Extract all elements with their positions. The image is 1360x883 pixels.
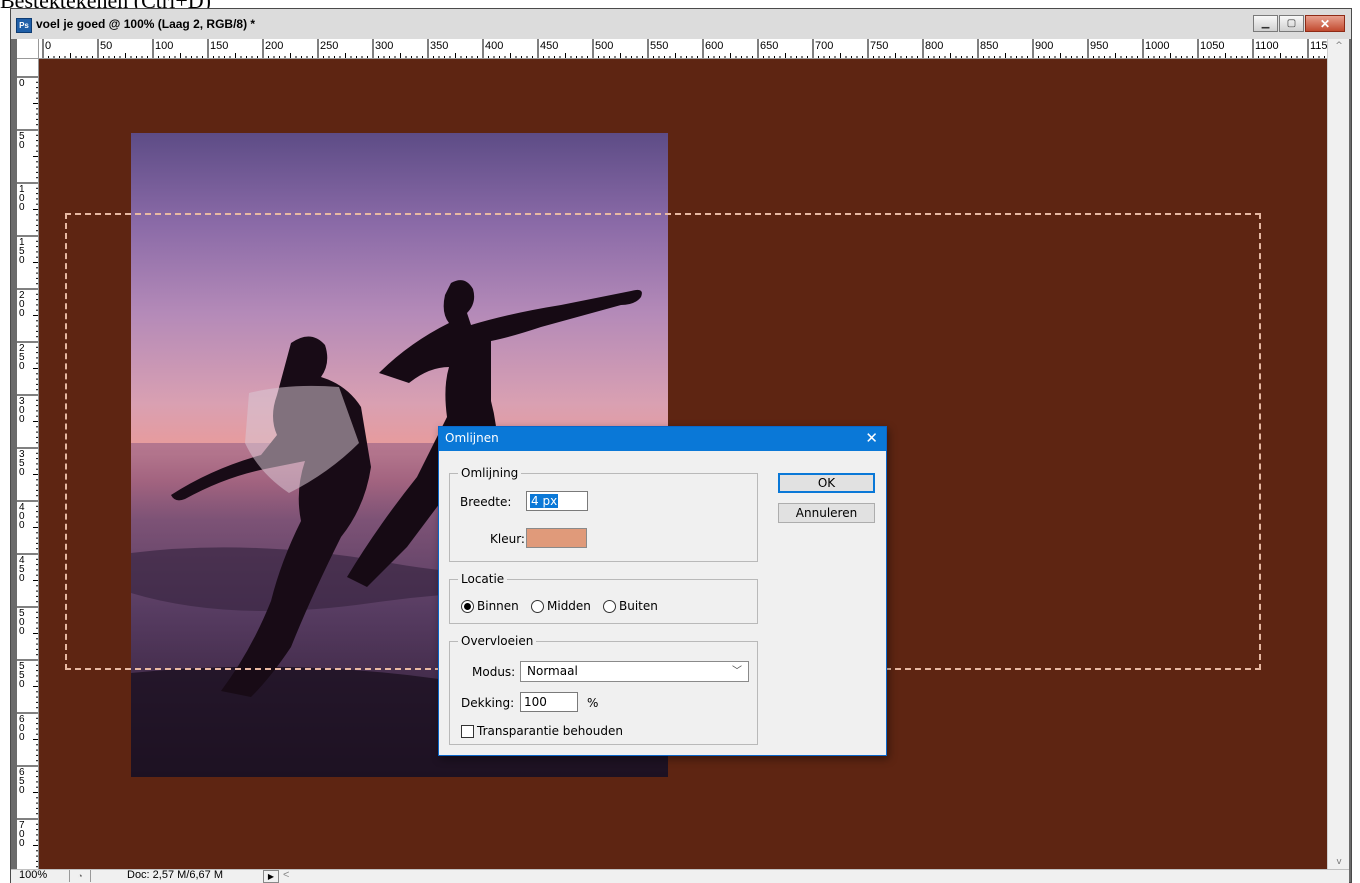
horizontal-ruler-ticks: [42, 39, 1325, 58]
ruler-h-label: 1000: [1145, 40, 1170, 52]
ruler-v-label: 550: [19, 661, 25, 690]
width-input[interactable]: 4 px: [526, 491, 588, 511]
ruler-h-label: 550: [650, 40, 669, 52]
status-bar: 100% ◔ Doc: 2,57 M/6,67 M ▶ <: [11, 869, 1349, 883]
ruler-h-label: 400: [485, 40, 504, 52]
maximize-icon: ▢: [1286, 18, 1297, 29]
mode-label: Modus:: [472, 665, 516, 679]
color-label: Kleur:: [490, 532, 525, 546]
status-menu-arrow-icon[interactable]: ▶: [263, 870, 279, 883]
location-outside-label[interactable]: Buiten: [619, 599, 658, 613]
ruler-v-label: 0: [19, 78, 25, 89]
location-inside-radio[interactable]: [461, 600, 474, 613]
ruler-h-label: 50: [100, 40, 113, 52]
chevron-down-icon: ﹀: [732, 666, 742, 677]
dialog-title: Omlijnen: [445, 431, 499, 445]
stroke-dialog: Omlijnen ✕ Omlijning Breedte: 4 px Kleur…: [438, 426, 887, 756]
ruler-h-label: 100: [155, 40, 174, 52]
window-controls: ▁ ▢ ✕: [1252, 15, 1345, 32]
minimize-icon: ▁: [1261, 18, 1270, 29]
ruler-v-label: 350: [19, 449, 25, 478]
stroke-group: Omlijning Breedte: 4 px Kleur:: [449, 466, 758, 562]
ruler-h-label: 1100: [1255, 40, 1279, 52]
ruler-h-label: 1050: [1200, 40, 1225, 52]
ruler-h-label: 650: [760, 40, 779, 52]
ruler-h-label: 950: [1090, 40, 1109, 52]
location-group: Locatie Binnen Midden Buiten: [449, 572, 758, 624]
blending-group: Overvloeien Modus: Normaal ﹀ Dekking: 10…: [449, 634, 758, 745]
dialog-close-icon[interactable]: ✕: [865, 429, 878, 447]
location-center-radio[interactable]: [531, 600, 544, 613]
ruler-h-label: 350: [430, 40, 449, 52]
opacity-label: Dekking:: [461, 696, 515, 710]
ruler-v-label: 400: [19, 502, 25, 531]
ruler-v-label: 150: [19, 237, 25, 266]
opacity-input[interactable]: 100: [520, 692, 578, 712]
cancel-button[interactable]: Annuleren: [778, 503, 875, 523]
blend-mode-select[interactable]: Normaal ﹀: [520, 661, 749, 682]
ruler-v-label: 200: [19, 290, 25, 319]
ruler-v-label: 500: [19, 608, 25, 637]
ruler-v-label: 100: [19, 184, 25, 213]
ruler-v-label: 50: [19, 131, 25, 151]
width-label: Breedte:: [460, 495, 512, 509]
blending-group-legend: Overvloeien: [458, 634, 537, 648]
scroll-up-icon[interactable]: ^: [1328, 41, 1350, 51]
stroke-color-swatch[interactable]: [526, 528, 587, 548]
window-title: voel je goed @ 100% (Laag 2, RGB/8) *: [36, 17, 256, 31]
horizontal-ruler[interactable]: 0 50 100 150 200 250 300 350 400 450 500 550 600 650 7…: [39, 39, 1327, 59]
minimize-button[interactable]: ▁: [1253, 15, 1278, 32]
ruler-h-label: 600: [705, 40, 724, 52]
window-titlebar[interactable]: Ps voel je goed @ 100% (Laag 2, RGB/8) *…: [11, 9, 1351, 39]
document-size: Doc: 2,57 M/6,67 M: [127, 869, 223, 881]
vertical-scrollbar[interactable]: ^ v: [1327, 39, 1349, 869]
close-button[interactable]: ✕: [1305, 15, 1345, 32]
zoom-level[interactable]: 100%: [19, 869, 47, 881]
preserve-transparency-checkbox[interactable]: [461, 725, 474, 738]
ruler-h-label: 700: [815, 40, 834, 52]
ruler-origin[interactable]: [17, 39, 39, 59]
ruler-v-label: 250: [19, 343, 25, 372]
ruler-h-label: 500: [595, 40, 614, 52]
ruler-h-label: 450: [540, 40, 559, 52]
status-info-icon[interactable]: ◔: [69, 870, 91, 882]
ruler-h-label: 300: [375, 40, 394, 52]
ruler-h-label: 200: [265, 40, 284, 52]
ruler-v-label: 650: [19, 767, 25, 796]
ruler-h-label: 750: [870, 40, 889, 52]
location-inside-label[interactable]: Binnen: [477, 599, 519, 613]
scroll-down-icon[interactable]: v: [1328, 857, 1350, 867]
dialog-titlebar[interactable]: Omlijnen ✕: [439, 427, 886, 451]
ruler-h-label: 250: [320, 40, 339, 52]
photoshop-app-icon: Ps: [16, 18, 32, 33]
maximize-button[interactable]: ▢: [1279, 15, 1304, 32]
ruler-v-label: 700: [19, 820, 25, 849]
ruler-h-label: 1150: [1310, 40, 1327, 52]
ruler-h-label: 0: [45, 40, 52, 52]
ruler-h-label: 900: [1035, 40, 1054, 52]
ruler-h-label: 850: [980, 40, 999, 52]
ok-button[interactable]: OK: [778, 473, 875, 493]
stroke-group-legend: Omlijning: [458, 466, 522, 480]
location-group-legend: Locatie: [458, 572, 508, 586]
vertical-ruler[interactable]: 0 50 100 150 200 250 300 350 400 450 500 550 600 650 7…: [17, 59, 39, 869]
opacity-unit: %: [587, 696, 599, 710]
location-center-label[interactable]: Midden: [547, 599, 591, 613]
ruler-v-label: 450: [19, 555, 25, 584]
location-outside-radio[interactable]: [603, 600, 616, 613]
ruler-h-label: 150: [210, 40, 229, 52]
preserve-transparency-label[interactable]: Transparantie behouden: [477, 724, 623, 738]
blend-mode-value: Normaal: [527, 664, 578, 678]
ruler-v-label: 300: [19, 396, 25, 425]
ruler-v-label: 600: [19, 714, 25, 743]
scroll-left-icon[interactable]: <: [283, 869, 289, 881]
ruler-h-label: 800: [925, 40, 944, 52]
close-icon: ✕: [1319, 16, 1331, 31]
